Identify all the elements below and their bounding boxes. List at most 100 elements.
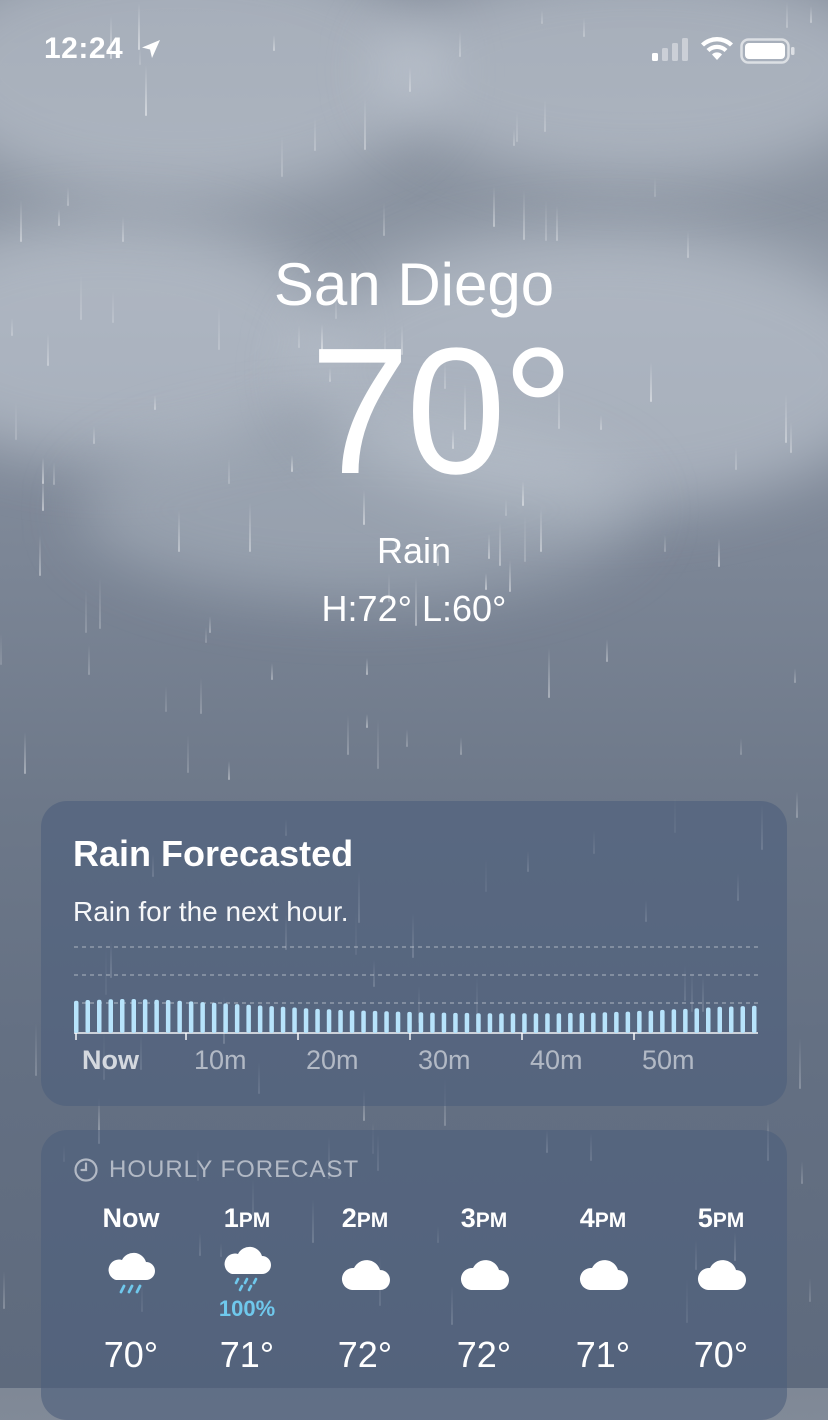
- rain-intensity-bar: [740, 1006, 745, 1033]
- hourly-forecast-label: HOURLY FORECAST: [109, 1156, 360, 1183]
- hourly-item: 1PM 100% 71°: [187, 1200, 307, 1376]
- rain-intensity-bar: [545, 1013, 550, 1033]
- hourly-temperature: 72°: [456, 1334, 512, 1375]
- location-arrow-icon: [142, 40, 160, 58]
- precipitation-chance: [661, 1298, 781, 1324]
- rain-intensity-bar: [579, 1012, 585, 1033]
- cloud-icon: [341, 1260, 390, 1290]
- rain-intensity-bar: [188, 1001, 194, 1033]
- hourly-time: 4PM: [579, 1203, 627, 1233]
- rain-intensity-bar: [97, 999, 102, 1033]
- rain-intensity-bar: [671, 1009, 677, 1033]
- rain-intensity-bar: [683, 1008, 688, 1033]
- battery-icon: [740, 38, 795, 64]
- rain-icon: [108, 1252, 155, 1294]
- cloud-icon: [579, 1260, 628, 1290]
- rain-intensity-bar: [706, 1007, 711, 1033]
- rain-intensity-bar: [453, 1012, 458, 1033]
- chart-tick-label: 40m: [530, 1045, 583, 1075]
- rain-intensity-bar: [280, 1006, 286, 1033]
- clock-icon: [74, 1158, 98, 1182]
- rain-intensity-bar: [487, 1013, 493, 1033]
- precipitation-chance: [305, 1298, 425, 1324]
- rain-intensity-bar: [384, 1011, 389, 1033]
- rain-intensity-bar: [510, 1013, 516, 1033]
- chart-tick-label: 10m: [194, 1045, 247, 1075]
- rain-card-subtitle: Rain for the next hour.: [73, 896, 349, 927]
- rain-intensity-bar: [407, 1011, 412, 1033]
- rain-intensity-bar: [269, 1006, 274, 1033]
- rain-intensity-bar: [85, 1000, 90, 1033]
- rain-intensity-bar: [614, 1011, 619, 1033]
- hourly-forecast-card[interactable]: HOURLY FORECAST Now 70° 1PM 100% 71° 2PM 72° 3P…: [41, 1130, 787, 1420]
- wifi-icon: [701, 37, 733, 60]
- hourly-item: Now 70°: [71, 1200, 191, 1376]
- rain-intensity-bar: [315, 1008, 320, 1033]
- rain-intensity-bar: [660, 1009, 665, 1033]
- high-low-temperature: H:72° L:60°: [321, 588, 507, 629]
- chart-tick-label: Now: [82, 1045, 140, 1075]
- hourly-temperature: 70°: [103, 1334, 159, 1375]
- rain-intensity-bar: [361, 1010, 366, 1033]
- chart-tick-label: 20m: [306, 1045, 359, 1075]
- rain-intensity-bar: [292, 1007, 297, 1033]
- hourly-item: 2PM 72°: [305, 1200, 425, 1376]
- hourly-item: 4PM 71°: [543, 1200, 663, 1376]
- hourly-time: 3PM: [460, 1203, 508, 1233]
- hourly-time: Now: [102, 1203, 160, 1233]
- rain-intensity-bar: [522, 1013, 527, 1033]
- hourly-forecast-header: HOURLY FORECAST: [73, 1154, 359, 1186]
- current-temperature: 70°: [309, 311, 574, 512]
- hourly-time: 1PM: [223, 1203, 271, 1233]
- precipitation-chance: [424, 1298, 544, 1324]
- rain-intensity-bar: [591, 1012, 596, 1033]
- rain-intensity-bar: [637, 1010, 642, 1033]
- rain-intensity-bar: [464, 1012, 470, 1033]
- precipitation-chance: [543, 1298, 663, 1324]
- rain-intensity-bar: [211, 1002, 217, 1033]
- cloud-icon: [697, 1260, 746, 1290]
- hourly-item: 5PM 70°: [661, 1200, 781, 1376]
- rain-intensity-bar: [625, 1011, 631, 1033]
- rain-card-title: Rain Forecasted: [73, 833, 354, 874]
- rain-intensity-bar: [223, 1003, 228, 1033]
- rain-intensity-bar: [303, 1008, 309, 1033]
- hourly-time: 2PM: [341, 1203, 389, 1233]
- status-bar: 12:24: [0, 0, 828, 100]
- rain-intensity-bar: [395, 1011, 401, 1033]
- hourly-temperature: 70°: [693, 1334, 749, 1375]
- status-time: 12:24: [44, 32, 124, 65]
- cellular-signal-icon: [652, 38, 688, 61]
- rain-intensity-bar: [131, 999, 136, 1033]
- rain-intensity-bar: [752, 1005, 757, 1033]
- rain-intensity-bar: [556, 1013, 562, 1033]
- rain-intensity-bar: [533, 1013, 539, 1033]
- hourly-temperature: 71°: [219, 1334, 275, 1375]
- rain-intensity-bar: [257, 1005, 263, 1033]
- rain-intensity-bar: [568, 1012, 573, 1033]
- rain-intensity-bar: [154, 999, 159, 1033]
- hourly-time: 5PM: [697, 1203, 745, 1233]
- rain-intensity-bar: [165, 1000, 171, 1033]
- rain-forecast-card[interactable]: Rain Forecasted Rain for the next hour. …: [41, 801, 787, 1106]
- rain-intensity-bar: [74, 1000, 79, 1033]
- rain-intensity-bar: [246, 1004, 251, 1033]
- precipitation-chance: [71, 1298, 191, 1324]
- rain-intensity-bar: [372, 1010, 378, 1033]
- rain-intensity-bar: [234, 1004, 240, 1033]
- rain-intensity-bar: [430, 1012, 435, 1033]
- chart-tick-label: 30m: [418, 1045, 471, 1075]
- current-condition: Rain: [376, 530, 452, 571]
- rain-intensity-bar: [349, 1010, 355, 1033]
- rain-intensity-bar: [108, 999, 113, 1033]
- hourly-item: 3PM 72°: [424, 1200, 544, 1376]
- rain-intensity-bar: [120, 999, 125, 1033]
- rain-intensity-bar: [441, 1012, 447, 1033]
- rain-intensity-bar: [694, 1008, 699, 1033]
- rain-intensity-chart: Now 10m 20m 30m 40m 50m: [74, 946, 758, 1075]
- rain-intensity-bar: [729, 1006, 734, 1033]
- rain-intensity-bar: [476, 1013, 481, 1033]
- rain-intensity-bar: [177, 1000, 182, 1033]
- rain-intensity-bar: [326, 1009, 332, 1033]
- cloud-icon: [460, 1260, 509, 1290]
